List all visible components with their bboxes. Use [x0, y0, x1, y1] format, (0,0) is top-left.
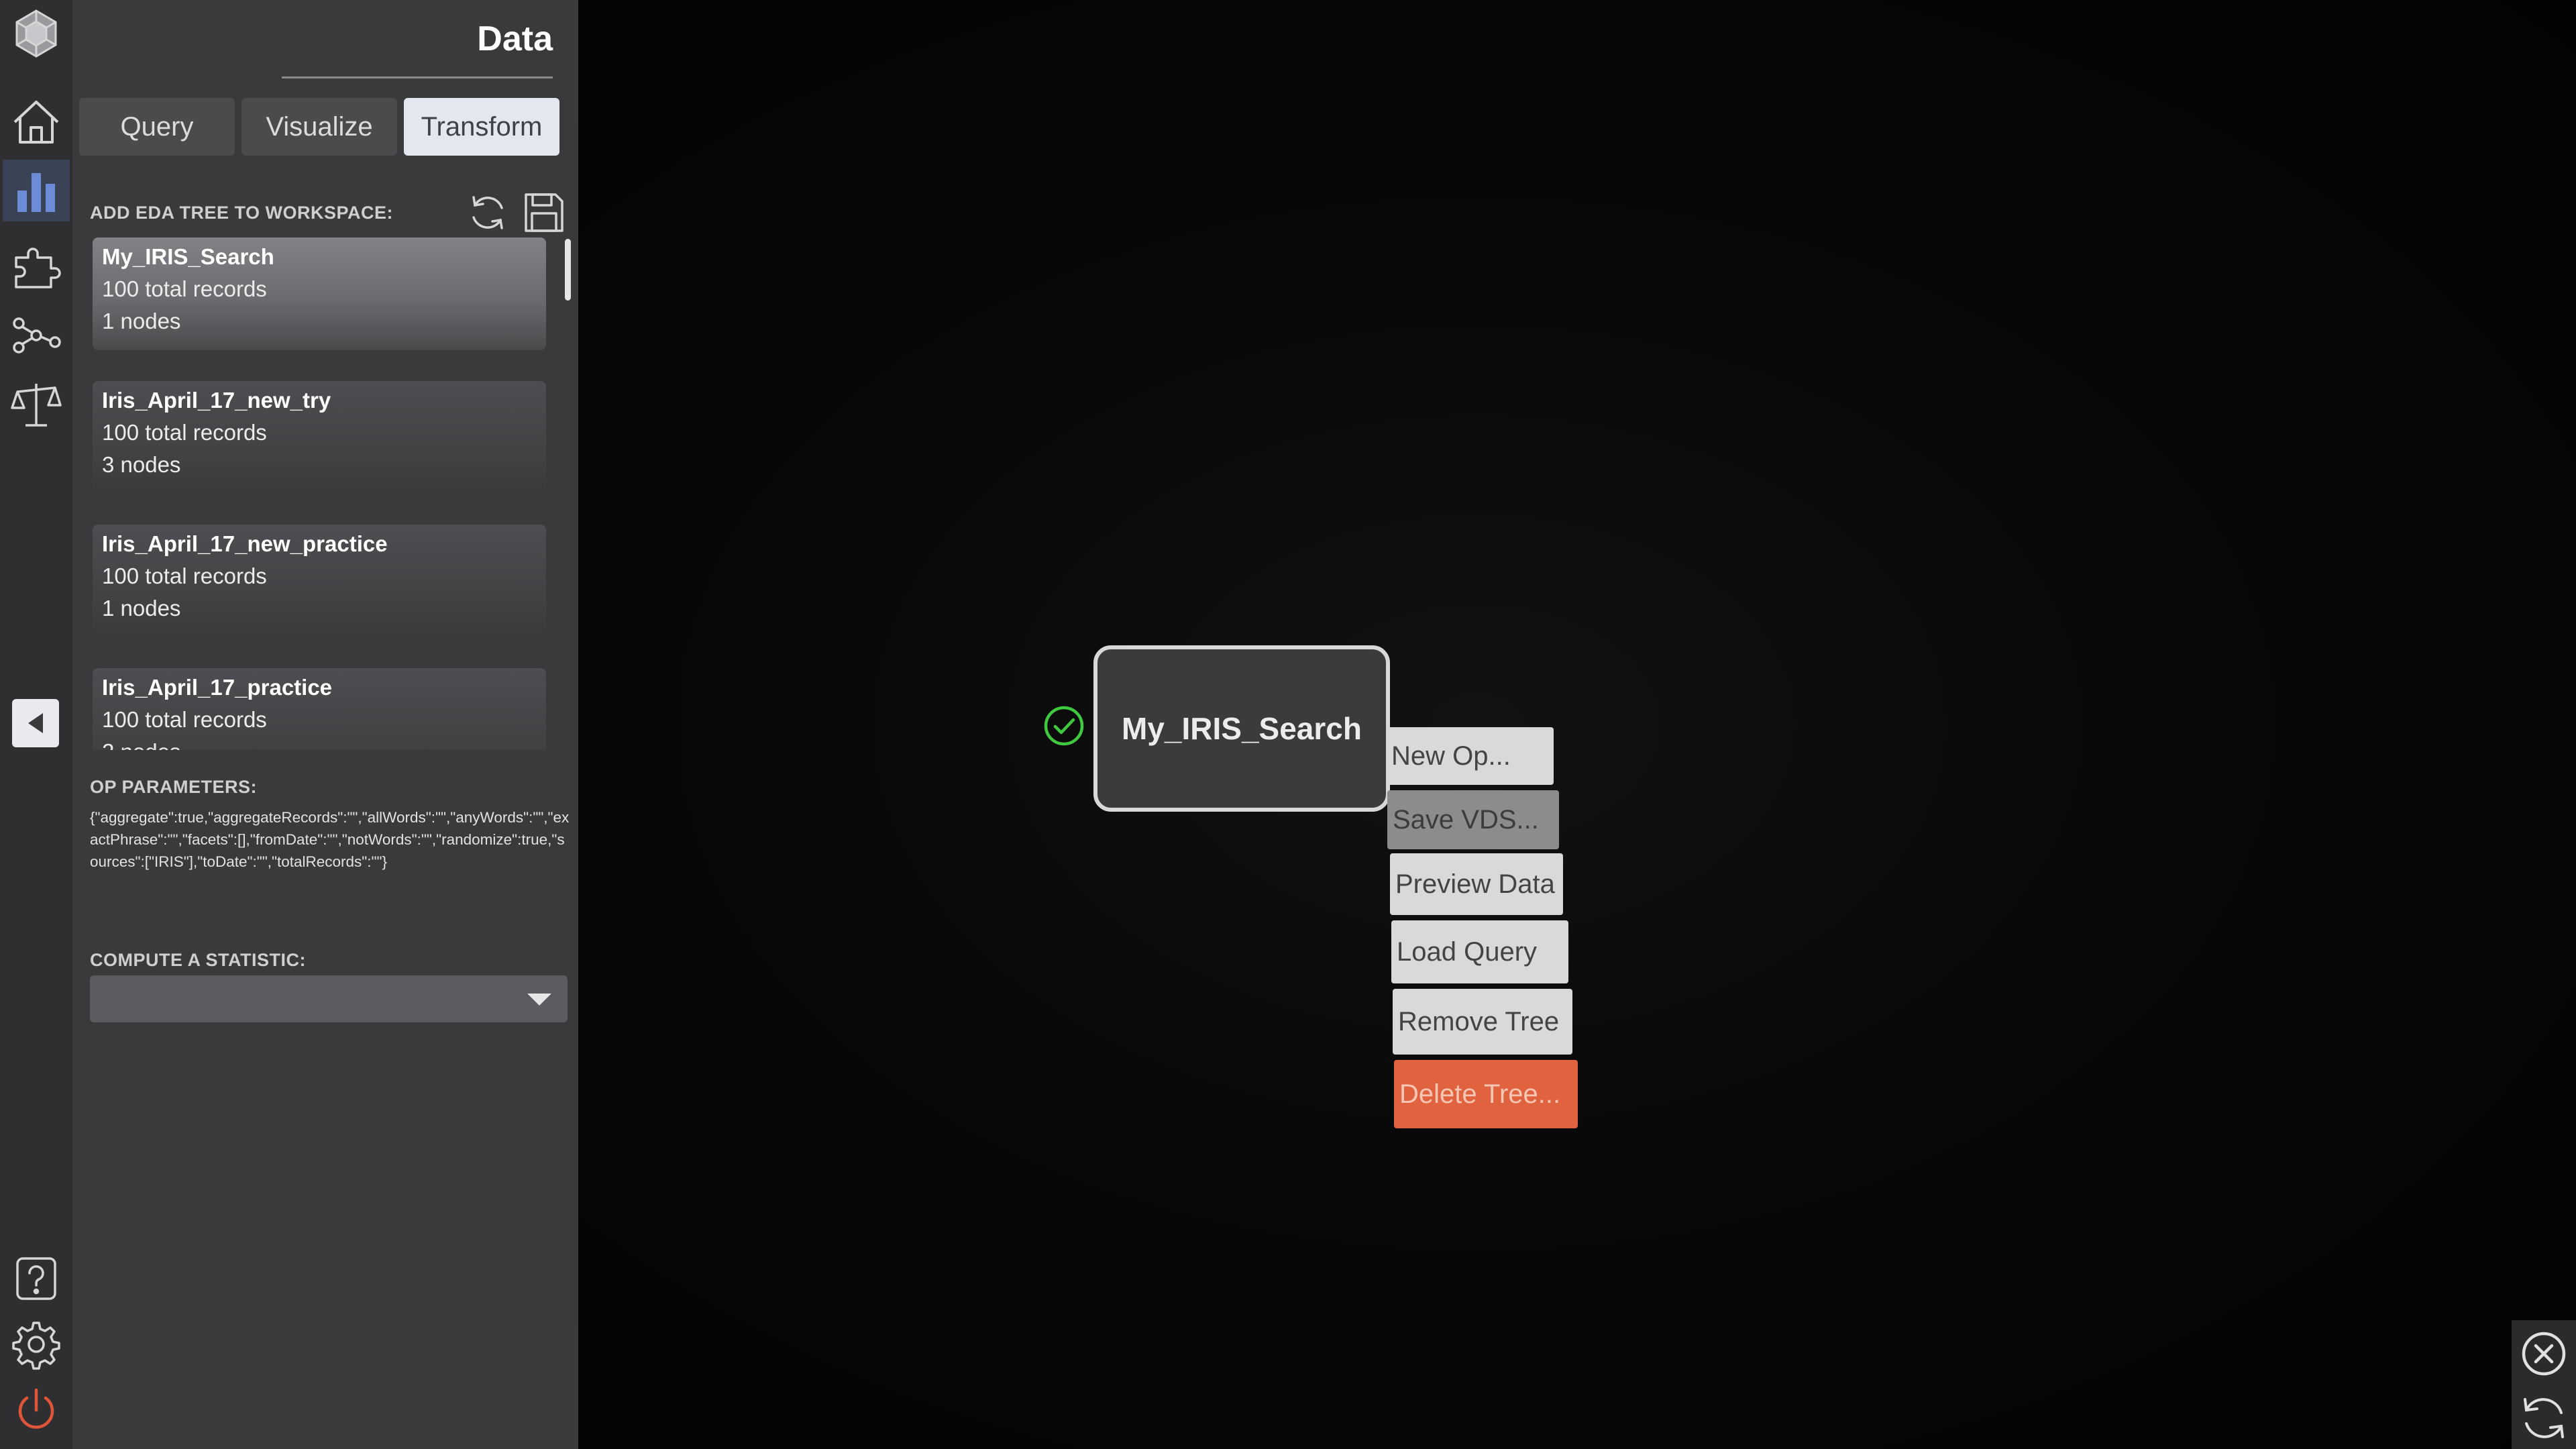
tree-nodes: 1 nodes [102, 309, 181, 333]
help-icon[interactable] [3, 1248, 70, 1309]
list-item[interactable]: Iris_April_17_new_practice 100 total rec… [93, 525, 546, 637]
tree-nodes: 3 nodes [102, 452, 181, 477]
workspace-canvas[interactable] [578, 0, 2576, 1449]
tree-node[interactable]: My_IRIS_Search [1093, 645, 1390, 812]
delete-tree-menu-item[interactable]: Delete Tree... [1394, 1060, 1578, 1128]
tab-visualize[interactable]: Visualize [241, 98, 397, 156]
tab-transform[interactable]: Transform [404, 98, 559, 156]
tree-name: Iris_April_17_new_practice [102, 531, 388, 556]
tree-nodes: 2 nodes [102, 739, 180, 750]
op-params-value: {"aggregate":true,"aggregateRecords":"",… [90, 809, 570, 870]
power-icon[interactable] [3, 1379, 70, 1441]
tree-records: 100 total records [102, 564, 267, 588]
bar-chart-icon[interactable] [3, 160, 70, 221]
tree-list[interactable]: My_IRIS_Search 100 total records 1 nodes… [93, 237, 559, 750]
network-icon[interactable] [3, 305, 70, 366]
save-vds-menu-item[interactable]: Save VDS... [1387, 790, 1559, 849]
load-query-menu-item[interactable]: Load Query [1391, 920, 1568, 983]
tree-records: 100 total records [102, 707, 267, 732]
puzzle-icon[interactable] [3, 235, 70, 297]
tree-records: 100 total records [102, 276, 267, 301]
refresh-icon[interactable] [2518, 1393, 2569, 1444]
list-item[interactable]: Iris_April_17_practice 100 total records… [93, 668, 546, 750]
op-params-label: OP PARAMETERS: [90, 777, 258, 797]
list-item[interactable]: My_IRIS_Search 100 total records 1 nodes [93, 237, 546, 350]
preview-data-menu-item[interactable]: Preview Data [1390, 853, 1563, 915]
check-circle-icon [1044, 706, 1084, 746]
node-label: My_IRIS_Search [1122, 711, 1362, 746]
tree-name: Iris_April_17_new_try [102, 388, 331, 413]
panel-title: Data [477, 19, 553, 58]
list-scrollbar[interactable] [565, 239, 571, 301]
chevron-down-icon [527, 994, 551, 1006]
new-op-menu-item[interactable]: New Op... [1386, 727, 1554, 785]
tree-nodes: 1 nodes [102, 596, 181, 621]
tab-query[interactable]: Query [79, 98, 235, 156]
home-icon[interactable] [3, 91, 70, 153]
remove-tree-menu-item[interactable]: Remove Tree [1393, 989, 1572, 1055]
add-tree-label: ADD EDA TREE TO WORKSPACE: [90, 203, 394, 223]
tree-name: Iris_April_17_practice [102, 675, 333, 700]
statistic-label: COMPUTE A STATISTIC: [90, 950, 306, 970]
title-divider [282, 76, 553, 78]
statistic-select[interactable] [90, 975, 568, 1022]
refresh-icon[interactable] [464, 189, 511, 236]
collapse-panel-button[interactable] [12, 699, 59, 747]
icon-rail [0, 0, 72, 1449]
save-icon[interactable] [521, 189, 568, 236]
scale-icon[interactable] [3, 374, 70, 436]
settings-icon[interactable] [3, 1313, 70, 1375]
close-icon[interactable] [2518, 1328, 2569, 1379]
data-panel: Data Query Visualize Transform ADD EDA T… [72, 0, 578, 1449]
chevron-left-icon [28, 713, 43, 733]
list-item[interactable]: Iris_April_17_new_try 100 total records … [93, 381, 546, 494]
tree-records: 100 total records [102, 420, 267, 445]
tree-name: My_IRIS_Search [102, 244, 274, 269]
logo-icon[interactable] [3, 3, 70, 64]
canvas-controls [2512, 1320, 2576, 1449]
